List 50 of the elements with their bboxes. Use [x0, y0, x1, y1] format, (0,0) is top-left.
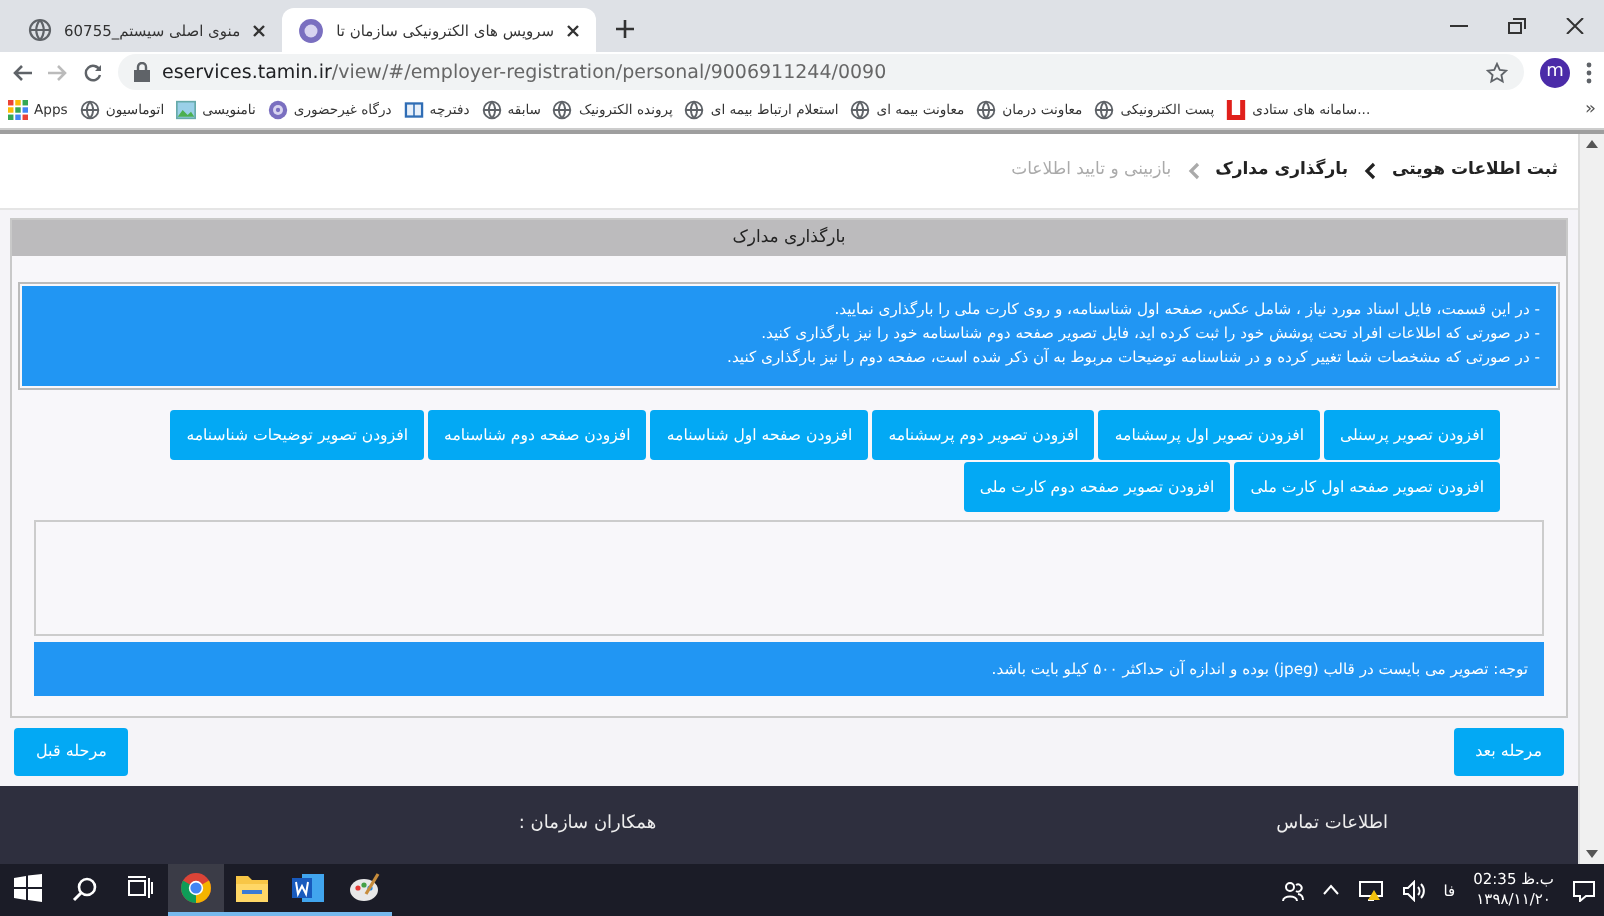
people-icon[interactable]	[1281, 879, 1304, 901]
profile-avatar[interactable]: m	[1540, 57, 1570, 87]
reload-icon[interactable]	[84, 63, 102, 81]
task-view-icon	[126, 876, 154, 900]
address-bar[interactable]: eservices.tamin.ir/view/#/employer-registration/personal/9006911244/0090	[118, 54, 1524, 90]
globe-icon	[1094, 100, 1115, 120]
book-icon	[403, 100, 424, 120]
footer-heading: همکاران سازمان :	[518, 814, 657, 835]
chevron-up-icon[interactable]	[1321, 884, 1340, 896]
footer-heading: اطلاعات تماس	[1276, 814, 1388, 835]
scrollbar[interactable]	[1578, 134, 1604, 864]
more-bookmarks-button[interactable]: »	[1584, 100, 1596, 120]
close-icon[interactable]	[566, 23, 581, 37]
new-tab-icon[interactable]	[616, 20, 635, 38]
breadcrumb-step[interactable]: ثبت اطلاعات هویتی	[1392, 160, 1558, 181]
globe-icon	[684, 100, 705, 120]
windows-logo-icon	[14, 874, 42, 902]
globe-icon	[481, 100, 502, 120]
close-icon[interactable]	[252, 23, 267, 37]
seal-icon	[267, 100, 288, 120]
search-icon	[71, 875, 97, 901]
lock-icon	[134, 62, 150, 82]
star-icon[interactable]	[1486, 61, 1508, 83]
word-icon	[292, 872, 324, 904]
speaker-icon[interactable]	[1401, 879, 1426, 901]
close-icon[interactable]	[1566, 18, 1584, 34]
notification-icon[interactable]	[1572, 879, 1596, 901]
restore-icon[interactable]	[1508, 18, 1526, 34]
scroll-down-icon[interactable]	[1586, 850, 1598, 858]
paint-palette-icon	[348, 872, 380, 904]
globe-icon	[552, 100, 573, 120]
scroll-up-icon[interactable]	[1586, 140, 1598, 148]
chevron-icon	[1364, 161, 1377, 180]
seal-icon	[298, 17, 325, 43]
apps-grid-icon	[8, 100, 28, 120]
image-icon	[176, 100, 197, 120]
network-icon[interactable]	[1357, 879, 1384, 901]
chevron-icon	[1187, 161, 1200, 180]
globe-icon	[850, 100, 871, 120]
panel-title: بارگذاری مدارک	[12, 219, 1566, 256]
globe-icon	[28, 18, 52, 42]
chrome-icon	[180, 872, 212, 904]
taskbar-button[interactable]	[168, 864, 224, 916]
breadcrumb-step[interactable]: بارگذاری مدارک	[1215, 160, 1349, 181]
folder-icon	[236, 874, 268, 902]
bracket-logo-icon	[1226, 100, 1247, 120]
globe-icon	[79, 100, 100, 120]
back-arrow-icon[interactable]	[12, 63, 32, 81]
menu-icon[interactable]	[1586, 61, 1592, 83]
globe-icon	[976, 100, 997, 120]
